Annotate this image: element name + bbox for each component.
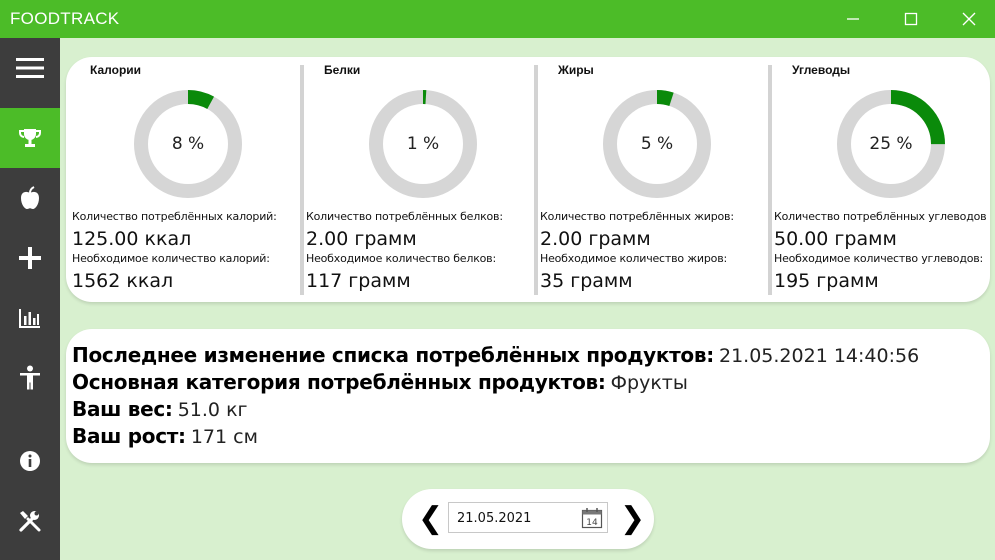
required-value: 195 грамм (774, 270, 879, 292)
sidebar-item-about[interactable] (0, 431, 60, 491)
height-row: Ваш рост: 171 см (72, 424, 258, 448)
percent-label: 5 % (640, 134, 674, 154)
sidebar-item-profile[interactable] (0, 348, 60, 408)
user-info-card: Последнее изменение списка потреблённых … (66, 329, 990, 463)
height-label: Ваш рост: (72, 424, 186, 448)
sidebar (0, 38, 60, 560)
sidebar-item-achievements[interactable] (0, 108, 60, 168)
consumed-value: 125.00 ккал (72, 228, 192, 250)
minimize-button[interactable] (830, 0, 876, 38)
last-change-row: Последнее изменение списка потреблённых … (72, 343, 919, 367)
last-change-label: Последнее изменение списка потреблённых … (72, 343, 714, 367)
sidebar-item-add[interactable] (0, 228, 60, 288)
required-value: 117 грамм (306, 270, 411, 292)
consumed-value: 2.00 грамм (540, 228, 651, 250)
percent-label: 25 % (869, 134, 913, 154)
panel-title: Калории (90, 63, 142, 77)
minimize-icon (847, 18, 859, 20)
info-icon (20, 451, 40, 471)
panel-title: Углеводы (792, 63, 851, 77)
category-label: Основная категория потреблённых продукто… (72, 370, 606, 394)
trophy-icon (19, 129, 41, 147)
tools-icon (19, 511, 41, 532)
title-bar: FOODTRACK (0, 0, 995, 38)
apple-icon (21, 186, 39, 209)
consumed-value: 2.00 грамм (306, 228, 417, 250)
weight-row: Ваш вес: 51.0 кг (72, 397, 248, 421)
consumed-value: 50.00 грамм (774, 228, 897, 250)
date-value: 21.05.2021 (457, 511, 532, 526)
panel-title: Жиры (558, 63, 594, 77)
maximize-button[interactable] (888, 0, 934, 38)
percent-label: 8 % (171, 134, 205, 154)
maximize-icon (904, 12, 918, 26)
app-title: FOODTRACK (10, 9, 120, 28)
calendar-day: 14 (586, 518, 598, 528)
calendar-icon[interactable]: 14 (581, 507, 603, 529)
required-value: 1562 ккал (72, 270, 174, 292)
required-label: Необходимое количество белков: (306, 252, 496, 265)
required-label: Необходимое количество углеводов: (774, 252, 984, 265)
person-icon (20, 365, 40, 390)
category-row: Основная категория потреблённых продукто… (72, 370, 688, 394)
consumed-label: Количество потреблённых жиров: (540, 210, 734, 223)
weight-value: 51.0 кг (177, 399, 248, 421)
nutrition-stats-card: Калории 8 % Количество потреблённых кало… (66, 57, 990, 302)
hamburger-menu-icon (16, 58, 44, 78)
proteins-panel: Белки 1 % Количество потреблённых белков… (300, 57, 530, 302)
required-label: Необходимое количество жиров: (540, 252, 727, 265)
close-icon (962, 12, 976, 26)
date-input[interactable]: 21.05.2021 14 (448, 502, 608, 533)
sidebar-item-menu[interactable] (0, 38, 60, 98)
bar-chart-icon (19, 309, 40, 328)
next-day-button[interactable]: ❯ (620, 499, 645, 539)
height-value: 171 см (190, 426, 258, 448)
plus-icon (19, 247, 41, 269)
required-label: Необходимое количество калорий: (72, 252, 270, 265)
percent-label: 1 % (406, 134, 440, 154)
weight-label: Ваш вес: (72, 397, 173, 421)
required-value: 35 грамм (540, 270, 633, 292)
panel-title: Белки (324, 63, 361, 77)
date-navigator: ❮ 21.05.2021 14 ❯ (402, 489, 654, 549)
last-change-value: 21.05.2021 14:40:56 (719, 345, 920, 367)
carbs-panel: Углеводы 25 % Количество потреблённых уг… (768, 57, 990, 302)
consumed-label: Количество потреблённых углеводов (774, 210, 987, 223)
category-value: Фрукты (610, 372, 688, 394)
sidebar-item-settings[interactable] (0, 491, 60, 551)
consumed-label: Количество потреблённых белков: (306, 210, 503, 223)
close-button[interactable] (946, 0, 992, 38)
prev-day-button[interactable]: ❮ (418, 499, 443, 539)
sidebar-item-products[interactable] (0, 168, 60, 228)
fats-panel: Жиры 5 % Количество потреблённых жиров: … (534, 57, 764, 302)
calories-panel: Калории 8 % Количество потреблённых кало… (66, 57, 296, 302)
sidebar-item-statistics[interactable] (0, 288, 60, 348)
consumed-label: Количество потреблённых калорий: (72, 210, 277, 223)
